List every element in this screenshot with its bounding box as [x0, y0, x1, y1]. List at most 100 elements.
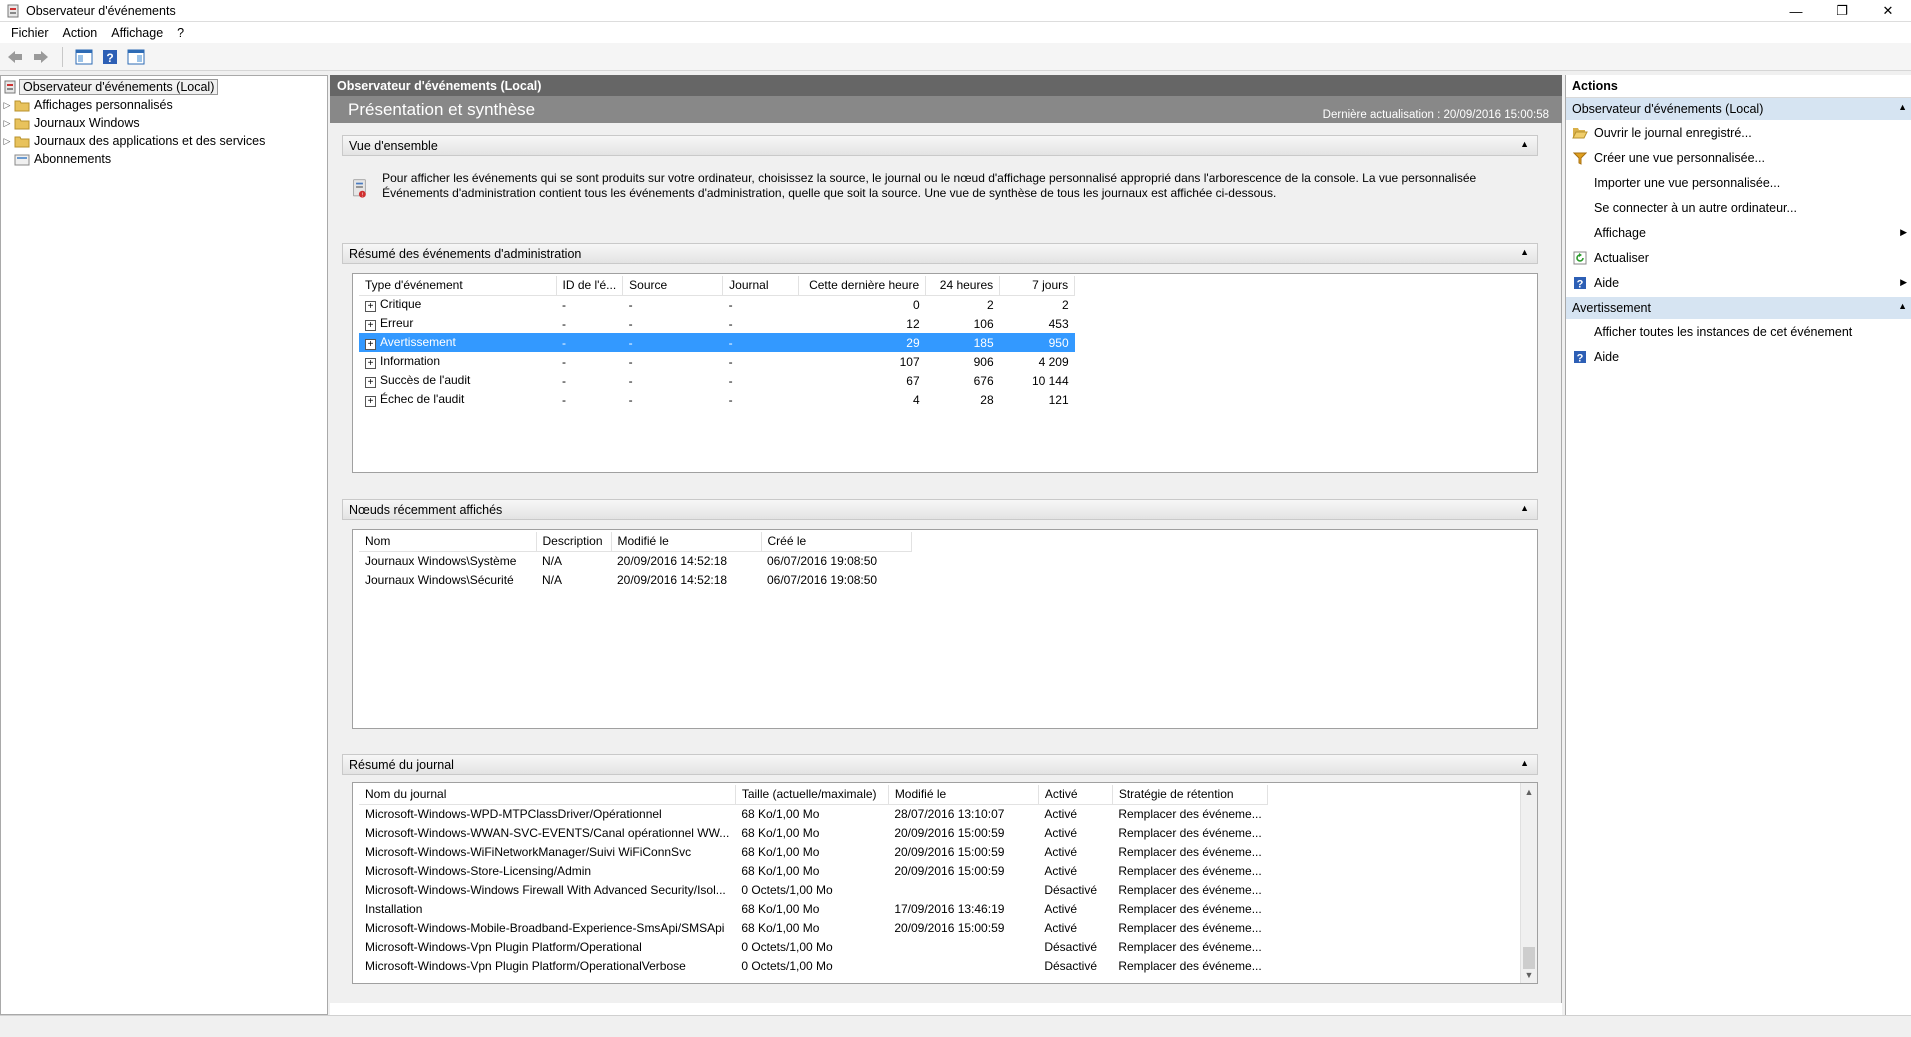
expand-plus-icon[interactable]: + — [365, 396, 376, 407]
menu-file[interactable]: Fichier — [4, 26, 56, 40]
collapse-chevron-icon[interactable]: ▲ — [1520, 503, 1529, 513]
scroll-down-icon[interactable]: ▼ — [1521, 966, 1537, 983]
column-header[interactable]: Activé — [1038, 785, 1113, 805]
table-row[interactable]: + Échec de l'audit - - - 4 28 121 — [359, 390, 1075, 409]
action-item[interactable]: ? Aide ▶ — [1566, 270, 1911, 295]
table-row[interactable]: Microsoft-Windows-Vpn Plugin Platform/Op… — [359, 937, 1268, 956]
table-row[interactable]: + Avertissement - - -29 185 950 — [359, 333, 1075, 352]
folder-icon — [13, 115, 31, 131]
table-row[interactable]: + Information - - - 107 906 4 209 — [359, 352, 1075, 371]
restore-button[interactable]: ❐ — [1819, 0, 1865, 22]
overview-section-header[interactable]: Vue d'ensemble ▲ — [342, 135, 1538, 156]
column-header[interactable]: Nom du journal — [359, 785, 736, 805]
actions-group-warning[interactable]: Avertissement ▲ — [1566, 297, 1911, 319]
action-item[interactable]: Importer une vue personnalisée... — [1566, 170, 1911, 195]
column-header[interactable]: Journal — [722, 276, 800, 296]
collapse-chevron-icon[interactable]: ▲ — [1520, 758, 1529, 768]
column-header[interactable]: Type d'événement — [359, 276, 557, 296]
tree-item-app-service-logs[interactable]: ▷ Journaux des applications et des servi… — [1, 132, 327, 150]
table-row[interactable]: + Critique - - - 0 2 2 — [359, 295, 1075, 314]
table-row[interactable]: Journaux Windows\Système N/A 20/09/2016 14… — [359, 551, 911, 570]
column-header[interactable]: Modifié le — [611, 532, 762, 552]
table-cell: Journaux Windows\Système — [365, 553, 517, 568]
table-cell: 2 — [986, 297, 994, 312]
minimize-button[interactable]: — — [1773, 0, 1819, 22]
table-row[interactable]: Journaux Windows\Sécurité N/A 20/09/2016 1… — [359, 570, 911, 589]
collapse-chevron-icon[interactable]: ▲ — [1520, 247, 1529, 257]
table-row[interactable]: Microsoft-Windows-WPD-MTPClassDriver/Opé… — [359, 804, 1268, 823]
admin-summary-section-header[interactable]: Résumé des événements d'administration ▲ — [342, 243, 1538, 264]
expand-plus-icon[interactable]: + — [365, 320, 376, 331]
collapse-chevron-icon[interactable]: ▲ — [1520, 139, 1529, 149]
table-cell: 20/09/2016 15:00:59 — [894, 844, 1005, 859]
column-header[interactable]: 24 heures — [925, 276, 1001, 296]
table-cell: 2 — [1061, 297, 1069, 312]
log-summary-section-header[interactable]: Résumé du journal ▲ — [342, 754, 1538, 775]
help-toolbar-button[interactable]: ? — [99, 46, 121, 68]
expand-chevron-icon[interactable]: ▷ — [1, 118, 13, 129]
action-item[interactable]: ? Aide — [1566, 344, 1911, 369]
menu-view[interactable]: Affichage — [104, 26, 170, 40]
action-item[interactable]: Affichage ▶ — [1566, 220, 1911, 245]
tree-item-subscriptions[interactable]: Abonnements — [1, 150, 327, 168]
column-header[interactable]: ID de l'é... — [556, 276, 624, 296]
menu-help[interactable]: ? — [170, 26, 191, 40]
folder-open-icon — [1566, 126, 1594, 139]
table-row[interactable]: Microsoft-Windows-Vpn Plugin Platform/Op… — [359, 956, 1268, 975]
column-header[interactable]: Stratégie de rétention — [1112, 785, 1269, 805]
forward-button[interactable] — [30, 46, 52, 68]
expand-chevron-icon[interactable]: ▷ — [1, 100, 13, 111]
tree-item-event-viewer-local[interactable]: Observateur d'événements (Local) — [1, 78, 327, 96]
table-row[interactable]: Microsoft-Windows-WWAN-SVC-EVENTS/Canal … — [359, 823, 1268, 842]
event-viewer-app-icon — [7, 4, 19, 17]
actions-group-event-viewer[interactable]: Observateur d'événements (Local) ▲ — [1566, 98, 1911, 120]
recent-nodes-table: Nom Description Modifié le Créé le Journ… — [359, 532, 912, 589]
column-header[interactable]: Description — [536, 532, 612, 552]
action-pane-icon — [127, 49, 145, 64]
column-header[interactable]: Source — [622, 276, 724, 296]
table-row[interactable]: Microsoft-Windows-Mobile-Broadband-Exper… — [359, 918, 1268, 937]
group-label: Avertissement — [1572, 301, 1651, 315]
action-item[interactable]: Se connecter à un autre ordinateur... — [1566, 195, 1911, 220]
table-row[interactable]: Microsoft-Windows-Windows Firewall With … — [359, 880, 1268, 899]
show-action-pane-button[interactable] — [125, 46, 147, 68]
collapse-chevron-icon[interactable]: ▲ — [1898, 102, 1907, 112]
column-header[interactable]: Taille (actuelle/maximale) — [735, 785, 889, 805]
column-header[interactable]: Créé le — [761, 532, 912, 552]
menu-action[interactable]: Action — [56, 26, 105, 40]
recent-nodes-section-header[interactable]: Nœuds récemment affichés ▲ — [342, 499, 1538, 520]
table-cell: - — [728, 297, 733, 312]
log-summary-scrollbar[interactable]: ▲ ▼ — [1520, 783, 1537, 983]
table-row[interactable]: Microsoft-Windows-WiFiNetworkManager/Sui… — [359, 842, 1268, 861]
close-button[interactable]: ✕ — [1865, 0, 1911, 22]
column-header[interactable]: Nom — [359, 532, 537, 552]
column-header[interactable]: 7 jours — [999, 276, 1076, 296]
table-cell: Remplacer des événeme... — [1118, 920, 1262, 935]
action-item[interactable]: Actualiser — [1566, 245, 1911, 270]
column-header[interactable]: Modifié le — [888, 785, 1039, 805]
action-item[interactable]: Ouvrir le journal enregistré... — [1566, 120, 1911, 145]
action-item[interactable]: Créer une vue personnalisée... — [1566, 145, 1911, 170]
tree-item-windows-logs[interactable]: ▷ Journaux Windows — [1, 114, 327, 132]
expand-plus-icon[interactable]: + — [365, 339, 376, 350]
table-row[interactable]: + Erreur - - - 12 106 453 — [359, 314, 1075, 333]
expand-plus-icon[interactable]: + — [365, 358, 376, 369]
tree-item-custom-views[interactable]: ▷ Affichages personnalisés — [1, 96, 327, 114]
expand-plus-icon[interactable]: + — [365, 301, 376, 313]
table-row[interactable]: + Succès de l'audit - - - 67 676 10 144 — [359, 371, 1075, 390]
scroll-up-icon[interactable]: ▲ — [1521, 783, 1537, 800]
page-title: Présentation et synthèse — [348, 99, 536, 119]
show-hide-console-tree-button[interactable] — [73, 46, 95, 68]
expand-chevron-icon[interactable]: ▷ — [1, 136, 13, 147]
tree-item-label: Observateur d'événements (Local) — [19, 79, 219, 95]
forward-arrow-icon — [34, 50, 48, 63]
column-header[interactable]: Cette dernière heure — [798, 276, 927, 296]
expand-plus-icon[interactable]: + — [365, 377, 376, 388]
table-cell: 20/09/2016 14:52:18 — [617, 572, 728, 587]
table-cell: 106 — [973, 316, 994, 331]
collapse-chevron-icon[interactable]: ▲ — [1898, 301, 1907, 311]
table-row[interactable]: Microsoft-Windows-Store-Licensing/Admin 6… — [359, 861, 1268, 880]
back-button[interactable] — [4, 46, 26, 68]
table-row[interactable]: Installation 68 Ko/1,00 Mo 17/09/2016 13:4… — [359, 899, 1268, 918]
action-item[interactable]: Afficher toutes les instances de cet évé… — [1566, 319, 1911, 344]
